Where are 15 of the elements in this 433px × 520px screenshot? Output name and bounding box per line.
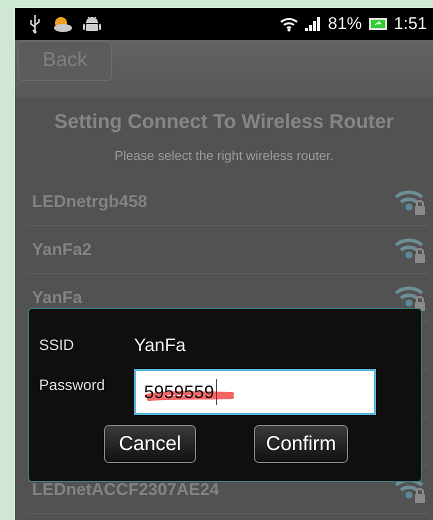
wifi-icon [280,16,298,32]
usb-icon [29,14,41,34]
weather-icon [51,15,73,33]
clock-time: 1:51 [394,14,427,34]
dialog-button[interactable]: Cancel [104,425,196,463]
android-icon [83,14,101,34]
battery-icon [368,17,388,31]
page-subtitle: Please select the right wireless router. [114,148,334,165]
ssid-label: SSID [39,336,76,354]
password-label: Password [39,376,106,394]
password-field[interactable]: 5959559 [134,369,376,415]
dialog-button[interactable]: Confirm [254,425,348,463]
ssid-value: YanFa [134,334,186,356]
signal-icon [304,16,322,32]
battery-percent: 81% [328,14,362,34]
